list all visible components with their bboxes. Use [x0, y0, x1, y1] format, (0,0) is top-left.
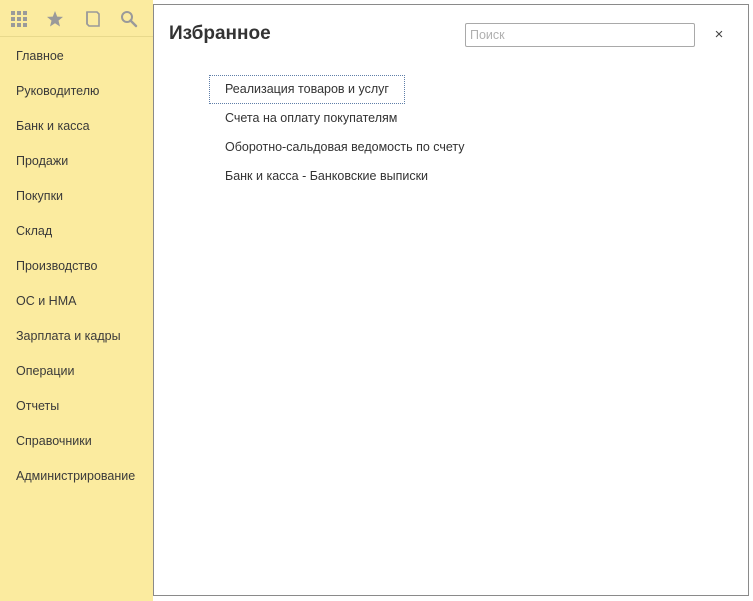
- sidebar-nav: Главное Руководителю Банк и касса Продаж…: [0, 39, 153, 494]
- sidebar-item-os-i-nma[interactable]: ОС и НМА: [0, 284, 153, 319]
- search-icon[interactable]: [118, 8, 140, 30]
- sidebar-item-prodazhi[interactable]: Продажи: [0, 144, 153, 179]
- favorites-list: Реализация товаров и услуг Счета на опла…: [209, 75, 481, 191]
- apps-grid-icon[interactable]: [8, 8, 30, 30]
- sidebar-item-glavnoe[interactable]: Главное: [0, 39, 153, 74]
- sidebar-item-otchety[interactable]: Отчеты: [0, 389, 153, 424]
- favorite-link-scheta-na-oplatu[interactable]: Счета на оплату покупателям: [209, 104, 413, 133]
- star-icon[interactable]: [44, 8, 66, 30]
- history-icon[interactable]: [82, 8, 104, 30]
- sidebar: Главное Руководителю Банк и касса Продаж…: [0, 0, 153, 601]
- sidebar-item-zarplata-i-kadry[interactable]: Зарплата и кадры: [0, 319, 153, 354]
- sidebar-item-proizvodstvo[interactable]: Производство: [0, 249, 153, 284]
- close-icon[interactable]: ×: [710, 25, 728, 43]
- favorite-link-osv-po-schetu[interactable]: Оборотно-сальдовая ведомость по счету: [209, 133, 481, 162]
- favorite-link-bankovskie-vypiski[interactable]: Банк и касса - Банковские выписки: [209, 162, 444, 191]
- favorite-link-realizatsiya[interactable]: Реализация товаров и услуг: [209, 75, 405, 104]
- app-window: Главное Руководителю Банк и касса Продаж…: [0, 0, 753, 601]
- sidebar-toolbar: [0, 0, 153, 37]
- sidebar-item-bank-i-kassa[interactable]: Банк и касса: [0, 109, 153, 144]
- sidebar-item-rukovoditelyu[interactable]: Руководителю: [0, 74, 153, 109]
- sidebar-item-spravochniki[interactable]: Справочники: [0, 424, 153, 459]
- search-input[interactable]: [465, 23, 695, 47]
- sidebar-item-sklad[interactable]: Склад: [0, 214, 153, 249]
- sidebar-item-administrirovanie[interactable]: Администрирование: [0, 459, 153, 494]
- favorites-panel: Избранное × Реализация товаров и услуг С…: [153, 4, 749, 596]
- page-title: Избранное: [169, 23, 271, 44]
- sidebar-item-pokupki[interactable]: Покупки: [0, 179, 153, 214]
- sidebar-item-operatsii[interactable]: Операции: [0, 354, 153, 389]
